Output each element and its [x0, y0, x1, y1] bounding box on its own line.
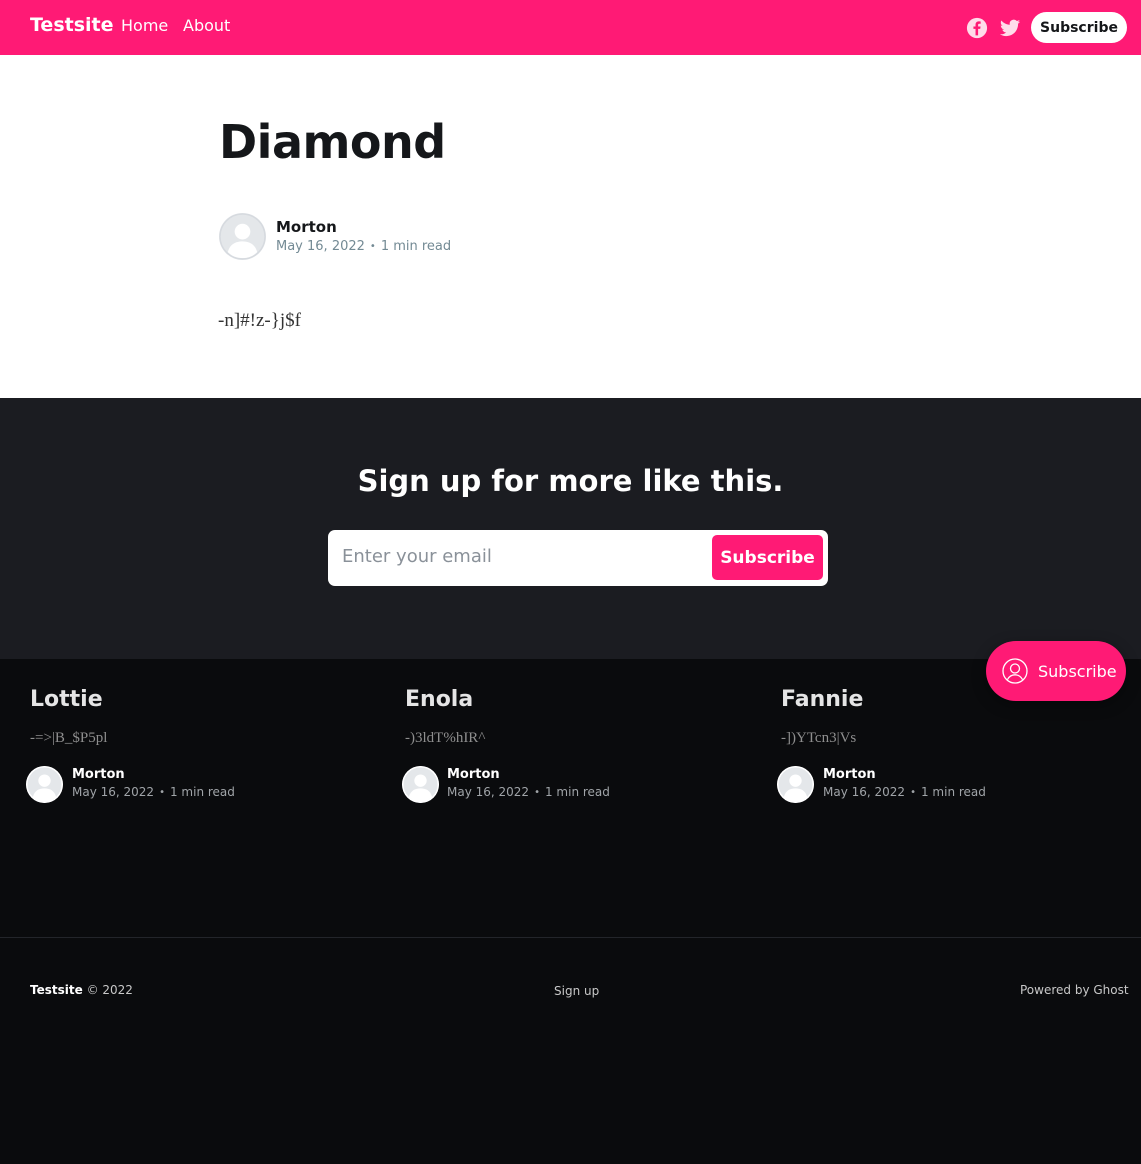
nav-about[interactable]: About: [183, 16, 230, 35]
related-post-title[interactable]: Enola: [405, 687, 473, 712]
meta-separator: •: [369, 241, 376, 252]
related-author-avatar[interactable]: [777, 766, 814, 803]
related-author-name[interactable]: Morton: [447, 767, 500, 782]
site-header: Testsite Home About Subscribe: [0, 0, 1141, 55]
related-post-title[interactable]: Lottie: [30, 687, 103, 712]
powered-by-ghost-link[interactable]: Powered by Ghost: [1020, 983, 1129, 997]
related-post-excerpt[interactable]: -=>|B_$P5pl: [30, 730, 107, 747]
email-input[interactable]: [342, 546, 702, 567]
related-post-excerpt[interactable]: -])YTcn3|Vs: [781, 730, 856, 747]
post-content: -n]#!z-}j$f: [218, 310, 301, 331]
related-author-avatar[interactable]: [402, 766, 439, 803]
related-post-date: May 16, 2022: [447, 785, 530, 799]
portal-subscribe-button[interactable]: Subscribe: [986, 641, 1126, 701]
nav-home[interactable]: Home: [121, 16, 168, 35]
meta-separator: •: [534, 787, 540, 798]
portal-label: Subscribe: [1038, 661, 1117, 681]
cta-subscribe-button[interactable]: Subscribe: [712, 535, 823, 580]
copyright-text: © 2022: [86, 983, 133, 997]
related-author-name[interactable]: Morton: [72, 767, 125, 782]
twitter-icon[interactable]: [999, 17, 1021, 39]
related-reading-time: 1 min read: [544, 785, 610, 799]
footer-copyright: Testsite © 2022: [30, 983, 133, 997]
author-name[interactable]: Morton: [276, 218, 337, 236]
related-author-avatar[interactable]: [26, 766, 63, 803]
related-author-name[interactable]: Morton: [823, 767, 876, 782]
footer-divider: [0, 937, 1141, 938]
related-post-meta: May 16, 2022 • 1 min read: [447, 785, 610, 799]
related-post-date: May 16, 2022: [72, 785, 155, 799]
author-avatar[interactable]: [219, 213, 266, 260]
signup-cta: Sign up for more like this. Subscribe: [0, 398, 1141, 659]
signup-form: Subscribe: [328, 530, 828, 586]
related-reading-time: 1 min read: [169, 785, 235, 799]
cta-title: Sign up for more like this.: [357, 464, 784, 498]
user-circle-icon: [1002, 658, 1028, 684]
post-title: Diamond: [219, 115, 446, 169]
meta-separator: •: [159, 787, 165, 798]
related-post-excerpt[interactable]: -)3ldT%hIR^: [405, 730, 485, 747]
meta-separator: •: [910, 787, 916, 798]
post-meta: May 16, 2022 • 1 min read: [276, 239, 451, 254]
related-reading-time: 1 min read: [920, 785, 986, 799]
post-date: May 16, 2022: [276, 239, 365, 254]
reading-time: 1 min read: [380, 239, 452, 254]
article: Diamond Morton May 16, 2022 • 1 min read -…: [0, 55, 1141, 398]
site-logo[interactable]: Testsite: [30, 14, 114, 36]
related-post-date: May 16, 2022: [823, 785, 906, 799]
related-post-title[interactable]: Fannie: [781, 687, 863, 712]
facebook-icon[interactable]: [966, 17, 988, 39]
footer-brand-link[interactable]: Testsite: [30, 983, 83, 997]
related-post-meta: May 16, 2022 • 1 min read: [72, 785, 235, 799]
header-subscribe-button[interactable]: Subscribe: [1031, 12, 1127, 43]
footer-signup-link[interactable]: Sign up: [554, 984, 599, 998]
related-post-meta: May 16, 2022 • 1 min read: [823, 785, 986, 799]
